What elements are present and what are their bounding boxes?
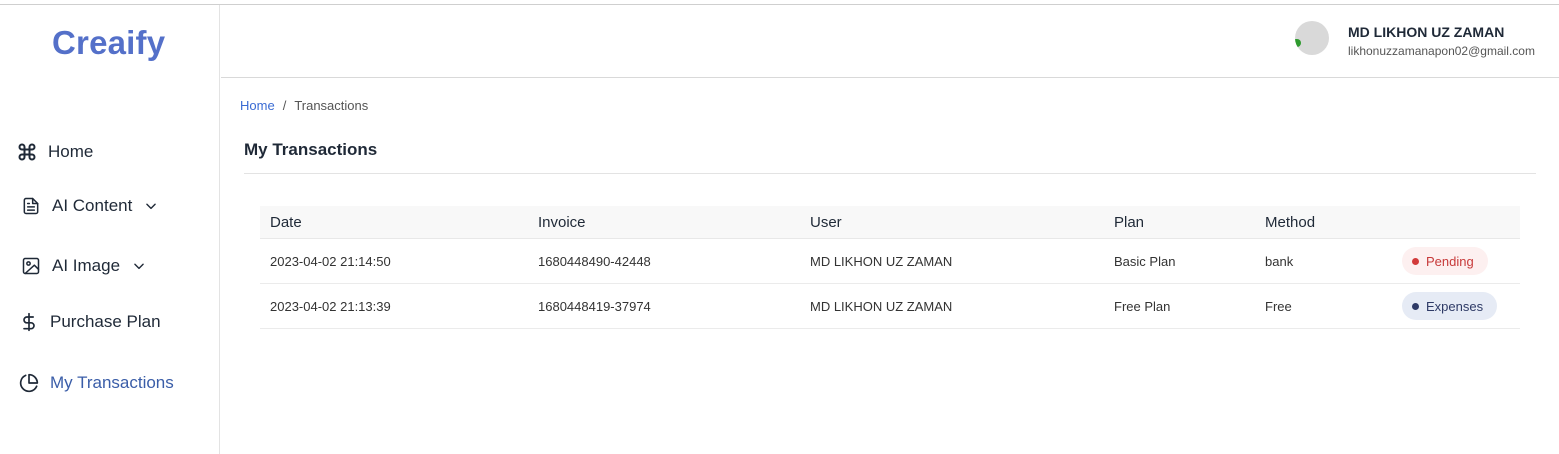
cell-user: MD LIKHON UZ ZAMAN xyxy=(810,254,953,269)
breadcrumb-separator: / xyxy=(282,98,287,113)
avatar-status-indicator xyxy=(1295,39,1301,47)
column-header-method: Method xyxy=(1265,214,1316,231)
user-email: likhonuzzamanapon02@gmail.com xyxy=(1348,44,1535,58)
status-dot xyxy=(1412,302,1419,310)
column-header-date: Date xyxy=(270,214,302,231)
sidebar-item-label: AI Content xyxy=(52,196,133,215)
column-header-user: User xyxy=(810,214,842,231)
page-title: My Transactions xyxy=(244,140,378,159)
cell-method: Free xyxy=(1265,299,1292,314)
sidebar-item-ai-image[interactable]: AI Image xyxy=(20,251,148,281)
sidebar: Creaify Home AI Content AI Image Purchas… xyxy=(0,5,220,454)
image-icon xyxy=(20,255,42,277)
app-logo[interactable]: Creaify xyxy=(52,24,165,62)
status-label: Pending xyxy=(1426,253,1474,269)
divider xyxy=(244,173,1536,174)
sidebar-item-my-transactions[interactable]: My Transactions xyxy=(18,368,174,398)
document-icon xyxy=(20,195,42,217)
cell-invoice: 1680448419-37974 xyxy=(538,299,651,314)
table-header: Date Invoice User Plan Method xyxy=(260,206,1520,239)
cell-plan: Free Plan xyxy=(1114,299,1171,314)
chevron-down-icon[interactable] xyxy=(144,198,160,214)
table-row[interactable]: 2023-04-02 21:13:39 1680448419-37974 MD … xyxy=(260,284,1520,329)
breadcrumb-home-link[interactable]: Home xyxy=(240,98,275,113)
table-row[interactable]: 2023-04-02 21:14:50 1680448490-42448 MD … xyxy=(260,239,1520,284)
status-label: Expenses xyxy=(1426,298,1484,314)
status-dot xyxy=(1412,257,1419,265)
cell-user: MD LIKHON UZ ZAMAN xyxy=(810,299,953,314)
sidebar-item-ai-content[interactable]: AI Content xyxy=(20,191,160,221)
avatar[interactable] xyxy=(1295,21,1329,55)
command-icon xyxy=(16,141,38,163)
breadcrumb: Home / Transactions xyxy=(240,98,368,113)
status-badge: Expenses xyxy=(1402,292,1498,320)
sidebar-item-purchase-plan[interactable]: Purchase Plan xyxy=(18,307,161,337)
chevron-down-icon[interactable] xyxy=(132,258,148,274)
cell-method: bank xyxy=(1265,254,1294,269)
cell-date: 2023-04-02 21:14:50 xyxy=(270,254,391,269)
breadcrumb-current: Transactions xyxy=(294,98,369,113)
top-header: MD LIKHON UZ ZAMAN likhonuzzamanapon02@g… xyxy=(221,5,1559,78)
sidebar-item-label: Home xyxy=(48,142,94,161)
cell-date: 2023-04-02 21:13:39 xyxy=(270,299,391,314)
sidebar-item-label: Purchase Plan xyxy=(50,312,161,331)
transactions-table: Date Invoice User Plan Method 2023-04-02… xyxy=(260,206,1520,329)
sidebar-item-label: AI Image xyxy=(52,256,121,275)
sidebar-item-home[interactable]: Home xyxy=(16,137,93,167)
column-header-plan: Plan xyxy=(1114,214,1145,231)
dollar-icon xyxy=(18,311,40,333)
pie-chart-icon xyxy=(18,372,40,394)
user-name: MD LIKHON UZ ZAMAN xyxy=(1348,24,1505,40)
cell-plan: Basic Plan xyxy=(1114,254,1176,269)
column-header-invoice: Invoice xyxy=(538,214,586,231)
cell-invoice: 1680448490-42448 xyxy=(538,254,651,269)
status-badge: Pending xyxy=(1402,247,1488,275)
sidebar-item-label: My Transactions xyxy=(50,373,174,392)
